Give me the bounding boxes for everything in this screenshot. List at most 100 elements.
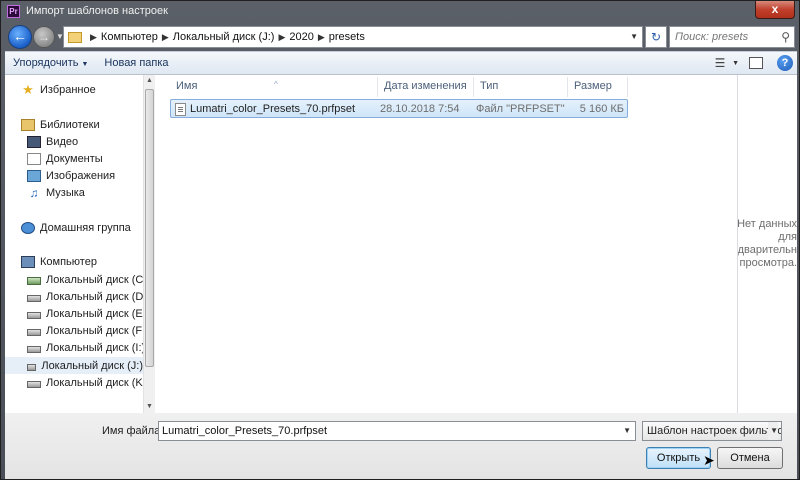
sidebar-item-label: Музыка: [46, 186, 85, 199]
sidebar-item-label: Библиотеки: [40, 118, 100, 131]
preview-pane: Нет данных для дварительн просмотра.: [737, 75, 797, 413]
organize-button[interactable]: Упорядочить ▼: [5, 52, 96, 74]
forward-arrow-icon: →: [38, 30, 50, 44]
forward-button[interactable]: →: [33, 26, 55, 48]
sidebar-item-homegroup[interactable]: Домашняя группа: [21, 219, 159, 236]
sort-up-icon: ^: [274, 80, 278, 89]
computer-icon: [21, 255, 35, 268]
sidebar-item-label: Локальный диск (E:): [46, 307, 150, 320]
preview-pane-icon[interactable]: [749, 57, 763, 69]
organize-label: Упорядочить: [13, 57, 79, 69]
close-button[interactable]: x: [755, 1, 795, 19]
preview-line: дварительн: [737, 244, 797, 256]
sidebar-item-drive-j[interactable]: Локальный диск (J:): [5, 357, 143, 374]
file-row[interactable]: Lumatri_color_Presets_70.prfpset 28.10.2…: [170, 99, 628, 118]
drive-icon: [27, 363, 37, 371]
address-row: ← → ▼ ▶ Компьютер ▶ Локальный диск (J:) …: [5, 23, 797, 51]
sidebar-item-label: Избранное: [40, 83, 96, 96]
library-icon: [21, 118, 35, 131]
search-box[interactable]: ⚲: [669, 26, 795, 48]
sidebar-item-label: Локальный диск (C:): [46, 273, 151, 286]
preview-message: Нет данных для дварительн просмотра.: [737, 218, 797, 270]
chevron-down-icon[interactable]: ▼: [623, 426, 631, 435]
file-date: 28.10.2018 7:54: [380, 103, 460, 115]
file-icon: [175, 103, 186, 116]
sidebar-item-label: Локальный диск (I:): [46, 341, 146, 354]
drive-icon: [27, 328, 41, 336]
document-icon: [27, 152, 41, 165]
preview-line: для: [778, 231, 797, 243]
drive-icon: [27, 345, 41, 353]
sidebar-item-favorites[interactable]: ★ Избранное: [21, 81, 159, 98]
sidebar-item-label: Локальный диск (J:): [41, 359, 143, 372]
sidebar-item-label: Изображения: [46, 169, 116, 182]
file-open-dialog: Pr Импорт шаблонов настроек x ← → ▼ ▶ Ко…: [0, 0, 800, 480]
breadcrumb-2020[interactable]: 2020: [289, 31, 313, 43]
sidebar-item-label: Локальный диск (K:): [46, 376, 150, 389]
file-type-select[interactable]: Шаблон настроек фильтро ▼: [642, 421, 782, 441]
breadcrumb-computer[interactable]: Компьютер: [101, 31, 158, 43]
view-controls: ☰ ▼ ?: [708, 53, 793, 73]
drive-icon: [27, 311, 41, 319]
sidebar-item-label: Документы: [46, 152, 103, 165]
file-size: 5 160 КБ: [579, 103, 624, 115]
sidebar-item-computer[interactable]: Компьютер: [21, 253, 159, 270]
image-icon: [27, 169, 41, 182]
chevron-right-icon[interactable]: ▶: [90, 32, 97, 43]
main-area: ★ Избранное Библиотеки Видео Документы И…: [5, 75, 797, 413]
file-type-value: Шаблон настроек фильтро: [647, 425, 782, 437]
folder-icon: [68, 31, 82, 43]
drive-icon: [27, 380, 41, 388]
back-button[interactable]: ←: [8, 25, 32, 49]
sidebar-item-libraries[interactable]: Библиотеки: [21, 116, 159, 133]
column-header-type[interactable]: Тип: [474, 77, 568, 97]
file-name: Lumatri_color_Presets_70.prfpset: [190, 103, 356, 115]
filename-input[interactable]: [159, 422, 609, 440]
column-header-size[interactable]: Размер: [568, 77, 628, 97]
chevron-right-icon[interactable]: ▶: [162, 32, 169, 43]
sidebar-item-label: Компьютер: [40, 255, 97, 268]
scrollbar-thumb[interactable]: [145, 89, 154, 367]
filename-combobox[interactable]: ▼: [158, 421, 636, 441]
filename-label: Имя файла:: [102, 425, 164, 437]
breadcrumb-presets[interactable]: presets: [329, 31, 365, 43]
chevron-down-icon: ▼: [81, 61, 89, 68]
breadcrumb-drive-j[interactable]: Локальный диск (J:): [173, 31, 275, 43]
scroll-up-icon[interactable]: ▲: [144, 75, 155, 87]
scroll-down-icon[interactable]: ▼: [144, 401, 155, 413]
column-header-date[interactable]: Дата изменения: [378, 77, 474, 97]
drive-icon: [27, 294, 41, 302]
column-header-name[interactable]: Имя ^: [170, 77, 378, 97]
chevron-right-icon[interactable]: ▶: [318, 32, 325, 43]
search-input[interactable]: [670, 27, 770, 47]
sidebar-item-label: Локальный диск (F:): [46, 324, 149, 337]
file-type: Файл "PRFPSET": [476, 103, 565, 115]
bottom-panel: Имя файла: ▼ Шаблон настроек фильтро ▼ О…: [5, 413, 797, 479]
chevron-down-icon[interactable]: ▼: [732, 60, 739, 67]
refresh-button[interactable]: ↻: [645, 26, 667, 48]
star-icon: ★: [22, 81, 34, 97]
open-button[interactable]: Открыть: [646, 447, 711, 469]
video-icon: [27, 135, 41, 148]
sidebar-item-label: Видео: [46, 135, 79, 148]
premiere-app-icon: Pr: [7, 5, 20, 18]
music-icon: ♫: [29, 185, 39, 200]
search-icon[interactable]: ⚲: [781, 30, 790, 44]
back-arrow-icon: ←: [13, 28, 27, 44]
file-list: Имя ^ Дата изменения Тип Размер Lumatri_…: [158, 75, 737, 413]
preview-line: просмотра.: [739, 257, 797, 269]
breadcrumb[interactable]: ▶ Компьютер ▶ Локальный диск (J:) ▶ 2020…: [63, 26, 643, 48]
sidebar-item-label: Домашняя группа: [40, 221, 131, 234]
preview-line: Нет данных: [737, 218, 797, 230]
chevron-down-icon[interactable]: ▼: [768, 422, 778, 440]
window-title: Импорт шаблонов настроек: [26, 5, 168, 17]
view-mode-icon[interactable]: ☰: [708, 53, 732, 73]
sidebar-scrollbar[interactable]: ▲ ▼: [143, 75, 155, 413]
column-header-label: Имя: [176, 80, 198, 92]
chevron-down-icon[interactable]: ▼: [630, 32, 638, 41]
new-folder-button[interactable]: Новая папка: [96, 52, 176, 74]
refresh-icon: ↻: [650, 30, 662, 44]
help-icon[interactable]: ?: [777, 55, 793, 71]
cancel-button[interactable]: Отмена: [717, 447, 783, 469]
chevron-right-icon[interactable]: ▶: [278, 32, 285, 43]
